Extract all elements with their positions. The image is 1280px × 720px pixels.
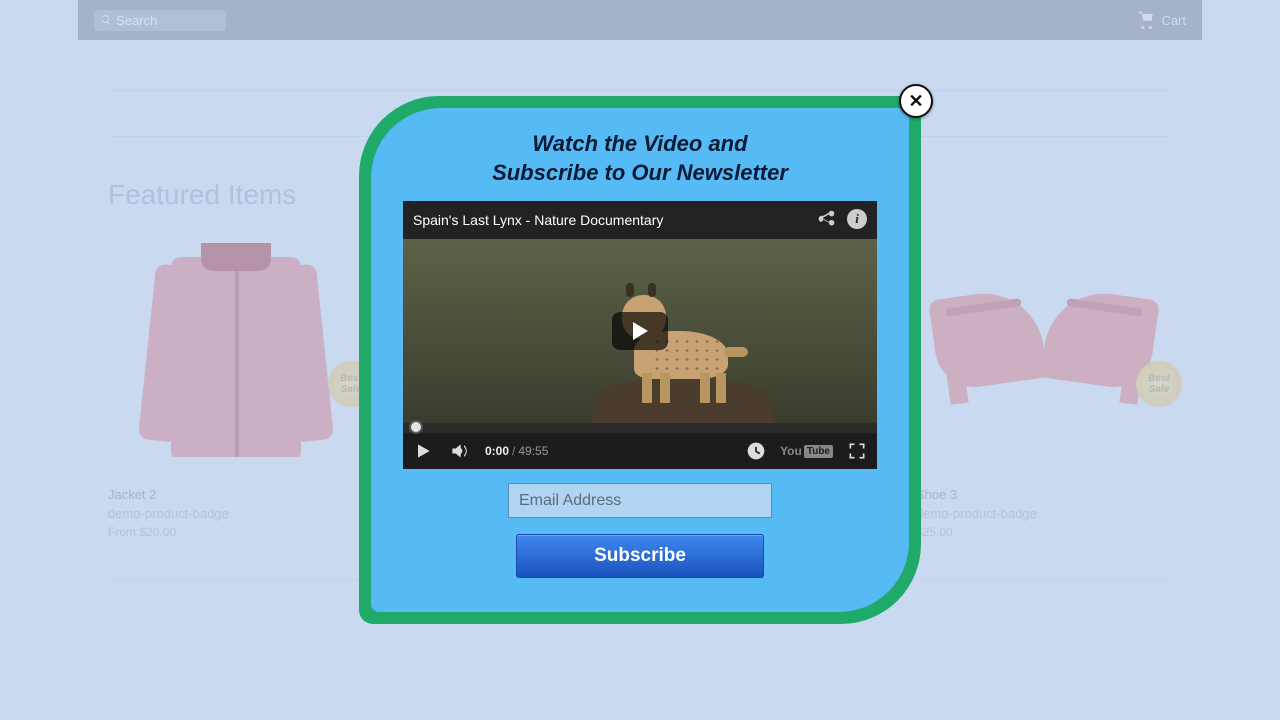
play-button-icon[interactable]: [413, 441, 433, 461]
share-icon[interactable]: [815, 209, 837, 231]
video-controls: 0:00/49:55 YouTube: [403, 433, 877, 469]
fullscreen-icon[interactable]: [847, 441, 867, 461]
video-time: 0:00/49:55: [485, 442, 548, 460]
video-frame[interactable]: [403, 239, 877, 423]
newsletter-modal: Watch the Video and Subscribe to Our New…: [359, 96, 921, 624]
volume-icon[interactable]: [449, 441, 469, 461]
email-field[interactable]: [508, 483, 772, 518]
seek-knob[interactable]: [409, 420, 423, 434]
video-player[interactable]: Spain's Last Lynx - Nature Documentary i: [403, 201, 877, 469]
video-title: Spain's Last Lynx - Nature Documentary: [413, 212, 663, 228]
info-icon[interactable]: i: [847, 209, 867, 229]
subscribe-button[interactable]: Subscribe: [516, 534, 764, 578]
play-icon[interactable]: [612, 312, 668, 350]
seek-bar[interactable]: [403, 423, 877, 433]
video-top-bar: Spain's Last Lynx - Nature Documentary i: [403, 201, 877, 239]
modal-title: Watch the Video and Subscribe to Our New…: [492, 130, 788, 187]
youtube-logo-icon[interactable]: YouTube: [780, 444, 833, 458]
watch-later-icon[interactable]: [746, 441, 766, 461]
close-icon[interactable]: [899, 84, 933, 118]
